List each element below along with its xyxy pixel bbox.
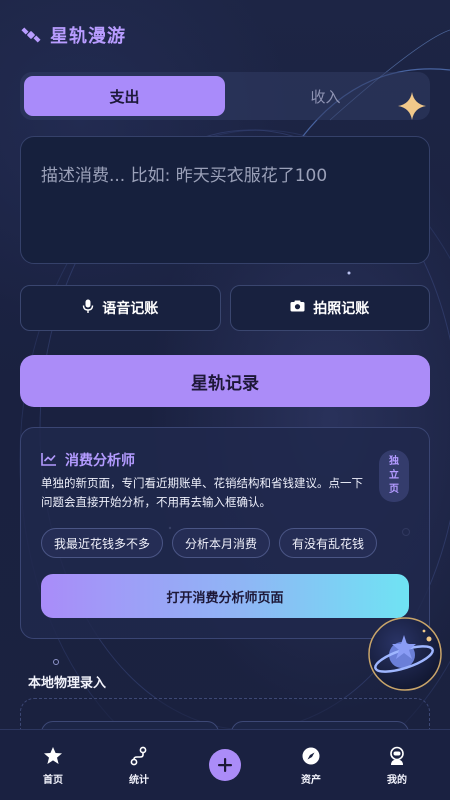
input-method-row: 语音记账 拍照记账 — [20, 285, 430, 331]
standalone-page-badge: 独 立 页 — [379, 450, 409, 502]
badge-char: 独 — [389, 456, 399, 467]
chip-monthly-analysis[interactable]: 分析本月消费 — [172, 528, 271, 558]
badge-char: 页 — [389, 484, 399, 495]
nav-profile-label: 我的 — [387, 774, 407, 786]
nav-home-label: 首页 — [43, 774, 63, 786]
star-icon — [42, 745, 64, 767]
photo-record-button[interactable]: 拍照记账 — [229, 285, 430, 331]
nav-add[interactable] — [195, 749, 255, 781]
planet-floating-button[interactable] — [366, 615, 444, 693]
quick-question-chips: 我最近花钱多不多 分析本月消费 有没有乱花钱 — [41, 528, 378, 558]
record-button[interactable]: 星轨记录 — [20, 355, 430, 407]
tab-income[interactable]: 收入 — [225, 76, 426, 116]
compass-icon — [300, 745, 322, 767]
nav-assets[interactable]: 资产 — [281, 745, 341, 786]
nav-stats[interactable]: 统计 — [109, 745, 169, 786]
nav-assets-label: 资产 — [301, 774, 321, 786]
app-title: 星轨漫游 — [50, 26, 126, 47]
chip-spending-level[interactable]: 我最近花钱多不多 — [41, 528, 164, 558]
tab-expense[interactable]: 支出 — [24, 76, 225, 116]
badge-char: 立 — [389, 470, 399, 481]
photo-record-label: 拍照记账 — [313, 301, 370, 317]
satellite-icon — [20, 24, 42, 46]
description-input[interactable]: 描述消费... 比如: 昨天买衣服花了100 — [20, 136, 430, 264]
route-icon — [128, 745, 150, 767]
astronaut-icon — [386, 745, 408, 767]
open-analyst-button[interactable]: 打开消费分析师页面 — [41, 574, 409, 618]
nav-stats-label: 统计 — [129, 774, 149, 786]
app-header: 星轨漫游 — [20, 20, 126, 50]
sparkle-icon — [398, 92, 426, 120]
line-chart-icon — [41, 451, 57, 470]
local-entry-title: 本地物理录入 — [28, 676, 107, 691]
nav-home[interactable]: 首页 — [23, 745, 83, 786]
analyst-description: 单独的新页面，专门看近期账单、花销结构和省钱建议。点一下问题会直接开始分析，不用… — [41, 476, 363, 509]
microphone-icon — [82, 299, 94, 317]
nav-profile[interactable]: 我的 — [367, 745, 427, 786]
camera-icon — [290, 300, 305, 316]
bottom-nav: 首页 统计 资产 我的 — [0, 729, 450, 800]
analyst-header: 消费分析师 — [41, 450, 135, 470]
chip-wasteful-spending[interactable]: 有没有乱花钱 — [279, 528, 378, 558]
voice-record-button[interactable]: 语音记账 — [20, 285, 221, 331]
type-toggle: 支出 收入 — [20, 72, 430, 120]
analyst-title: 消费分析师 — [65, 453, 135, 469]
voice-record-label: 语音记账 — [102, 301, 159, 317]
plus-icon — [209, 749, 241, 781]
analyst-card: 消费分析师 单独的新页面，专门看近期账单、花销结构和省钱建议。点一下问题会直接开… — [20, 427, 430, 639]
